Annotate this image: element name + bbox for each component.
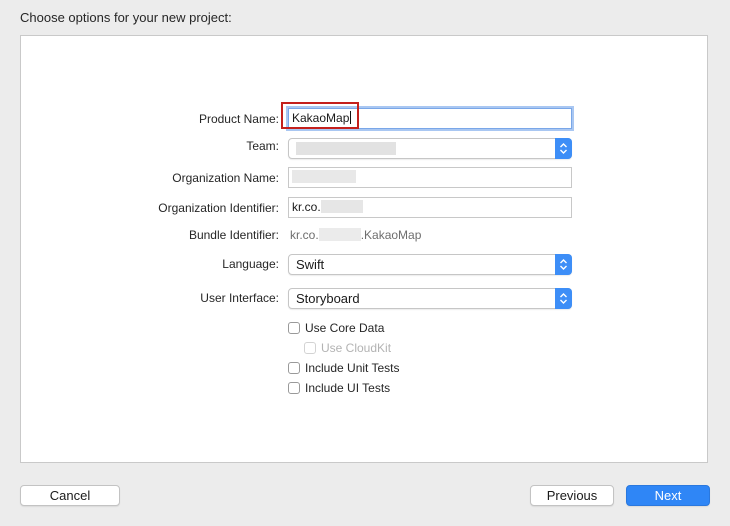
previous-button[interactable]: Previous xyxy=(530,485,614,506)
use-core-data-checkbox[interactable]: Use Core Data xyxy=(288,321,384,335)
user-interface-popup[interactable]: Storyboard xyxy=(288,288,572,309)
organization-identifier-label: Organization Identifier: xyxy=(158,201,279,215)
dialog-title: Choose options for your new project: xyxy=(20,10,232,25)
language-value: Swift xyxy=(296,257,325,272)
include-unit-tests-checkbox[interactable]: Include Unit Tests xyxy=(288,361,400,375)
use-cloudkit-label: Use CloudKit xyxy=(321,341,392,355)
product-name-label: Product Name: xyxy=(198,112,279,126)
redacted-organization-name xyxy=(292,170,356,183)
redacted-bundle-identifier xyxy=(318,228,361,241)
include-ui-tests-label: Include UI Tests xyxy=(305,381,391,395)
redacted-organization-identifier xyxy=(320,200,363,213)
product-name-value: KakaoMap xyxy=(292,111,350,125)
user-interface-label: User Interface: xyxy=(200,291,279,305)
user-interface-stepper-icon xyxy=(555,288,572,309)
text-caret xyxy=(350,111,352,124)
organization-identifier-field[interactable]: kr.co. xyxy=(288,197,572,218)
language-label: Language: xyxy=(222,257,279,271)
checkbox-box xyxy=(288,382,300,394)
include-unit-tests-label: Include Unit Tests xyxy=(305,361,400,375)
use-core-data-label: Use Core Data xyxy=(305,321,385,335)
team-label: Team: xyxy=(246,139,279,153)
cancel-button[interactable]: Cancel xyxy=(20,485,120,506)
checkbox-box xyxy=(288,362,300,374)
next-button[interactable]: Next xyxy=(626,485,710,506)
options-panel xyxy=(20,35,708,463)
user-interface-value: Storyboard xyxy=(296,291,360,306)
checkbox-box xyxy=(304,342,316,354)
organization-identifier-prefix: kr.co. xyxy=(292,200,321,214)
language-popup[interactable]: Swift xyxy=(288,254,572,275)
checkbox-box xyxy=(288,322,300,334)
bundle-identifier-value: kr.co. .KakaoMap xyxy=(290,228,421,242)
organization-name-field[interactable] xyxy=(288,167,572,188)
redacted-team-name xyxy=(296,142,396,155)
use-cloudkit-checkbox: Use CloudKit xyxy=(304,341,391,355)
language-stepper-icon xyxy=(555,254,572,275)
team-popup[interactable] xyxy=(288,138,572,159)
bundle-identifier-suffix: .KakaoMap xyxy=(360,228,422,242)
bundle-identifier-prefix: kr.co. xyxy=(290,228,319,242)
organization-name-label: Organization Name: xyxy=(172,171,279,185)
include-ui-tests-checkbox[interactable]: Include UI Tests xyxy=(288,381,390,395)
product-name-field[interactable]: KakaoMap xyxy=(288,108,572,129)
team-stepper-icon xyxy=(555,138,572,159)
bundle-identifier-label: Bundle Identifier: xyxy=(188,228,279,242)
